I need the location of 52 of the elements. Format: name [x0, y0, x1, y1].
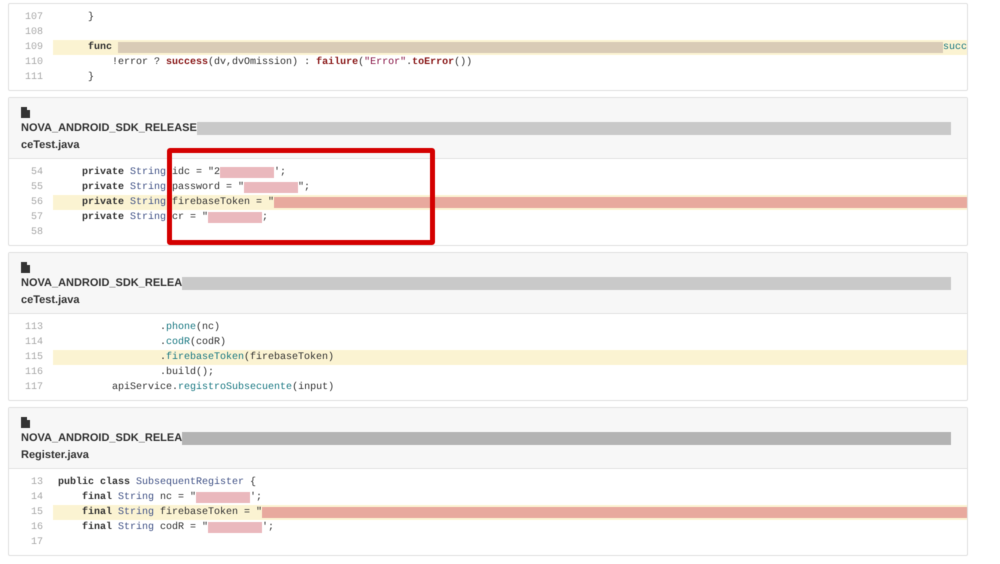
code-text: ';: [262, 520, 274, 535]
line-number: 58: [30, 226, 44, 240]
line-number: 16: [30, 521, 44, 535]
file-path: NOVA_ANDROID_SDK_RELEASE: [21, 121, 197, 136]
file-name: ceTest.java: [21, 138, 81, 153]
line-number: 54: [30, 166, 44, 180]
line-number: 15: [30, 506, 44, 520]
file-icon: [21, 262, 30, 273]
code-text: private String firebaseToken = ": [81, 196, 274, 210]
file-name: Register.java: [21, 448, 90, 463]
code-text: ";: [298, 180, 310, 195]
file-name: ceTest.java: [21, 293, 81, 308]
code-text: .firebaseToken(firebaseToken): [159, 350, 334, 365]
line-number: 108: [24, 26, 44, 40]
code-text: .phone(nc): [159, 320, 220, 335]
line-number: 117: [24, 381, 44, 395]
line-number: 113: [24, 321, 44, 335]
file-icon: [21, 417, 30, 428]
code-text: final String nc = ": [81, 490, 196, 505]
line-number: 114: [24, 336, 44, 350]
line-number: 55: [30, 181, 44, 195]
file-icon: [21, 107, 30, 118]
file-path: NOVA_ANDROID_SDK_RELEA: [21, 276, 182, 291]
code-text: private String cr = ": [81, 210, 208, 225]
code-text: final String codR = ": [81, 520, 208, 535]
code-text: .build();: [159, 366, 214, 380]
code-text: apiService.registroSubsecuente(input): [111, 380, 334, 395]
code-text: ';: [250, 490, 262, 505]
line-number: 111: [24, 71, 44, 85]
line-number: 116: [24, 366, 44, 380]
line-number: 56: [30, 196, 44, 210]
line-number: 115: [24, 351, 44, 365]
line-number: 110: [24, 56, 44, 70]
code-text: .codR(codR): [159, 336, 226, 350]
line-number: 14: [30, 491, 44, 505]
line-number: 57: [30, 211, 44, 225]
code-text: final String firebaseToken = ": [81, 506, 262, 520]
code-text: public class SubsequentRegister {: [58, 476, 256, 490]
code-text: ;: [262, 211, 268, 225]
code-text: func: [87, 40, 114, 55]
line-number: 109: [24, 41, 44, 55]
line-number: 107: [24, 11, 44, 25]
code-text: ';: [274, 166, 286, 180]
code-text: }: [87, 70, 94, 85]
code-text: succ: [942, 41, 967, 55]
line-number: 17: [30, 536, 44, 550]
code-text: }: [87, 10, 94, 25]
code-text: private String idc = "2: [81, 166, 220, 180]
line-number: 13: [30, 476, 44, 490]
code-text: !error ? success(dv,dvOmission) : failure("Error".toError()): [111, 56, 472, 70]
code-text: private String password = ": [81, 180, 244, 195]
file-path: NOVA_ANDROID_SDK_RELEA: [21, 431, 182, 446]
